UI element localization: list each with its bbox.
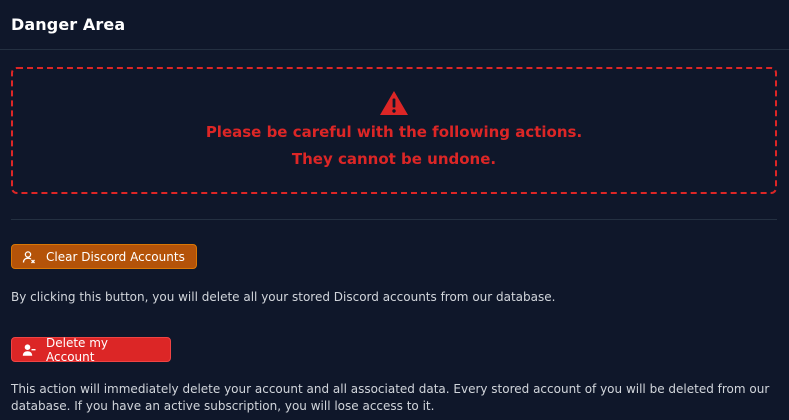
clear-discord-accounts-button[interactable]: Clear Discord Accounts	[11, 244, 197, 269]
clear-discord-description: By clicking this button, you will delete…	[11, 290, 556, 304]
delete-account-button[interactable]: Delete my Account	[11, 335, 171, 364]
user-minus-icon	[22, 343, 36, 357]
danger-area-panel: Danger Area Please be careful with the f…	[0, 0, 789, 420]
page-title: Danger Area	[11, 15, 126, 34]
delete-account-description: This action will immediately delete your…	[11, 382, 770, 413]
warning-box: Please be careful with the following act…	[11, 67, 777, 194]
warning-triangle-icon	[380, 91, 408, 115]
user-remove-icon	[22, 250, 36, 264]
delete-account-label: Delete my Account	[46, 335, 109, 364]
panel-header: Danger Area	[0, 0, 789, 50]
clear-discord-accounts-label: Clear Discord Accounts	[46, 249, 185, 264]
warning-line-1: Please be careful with the following act…	[205, 123, 583, 141]
warning-message: Please be careful with the following act…	[206, 119, 582, 173]
warning-line-2: They cannot be undone.	[291, 150, 497, 168]
divider	[11, 219, 777, 220]
